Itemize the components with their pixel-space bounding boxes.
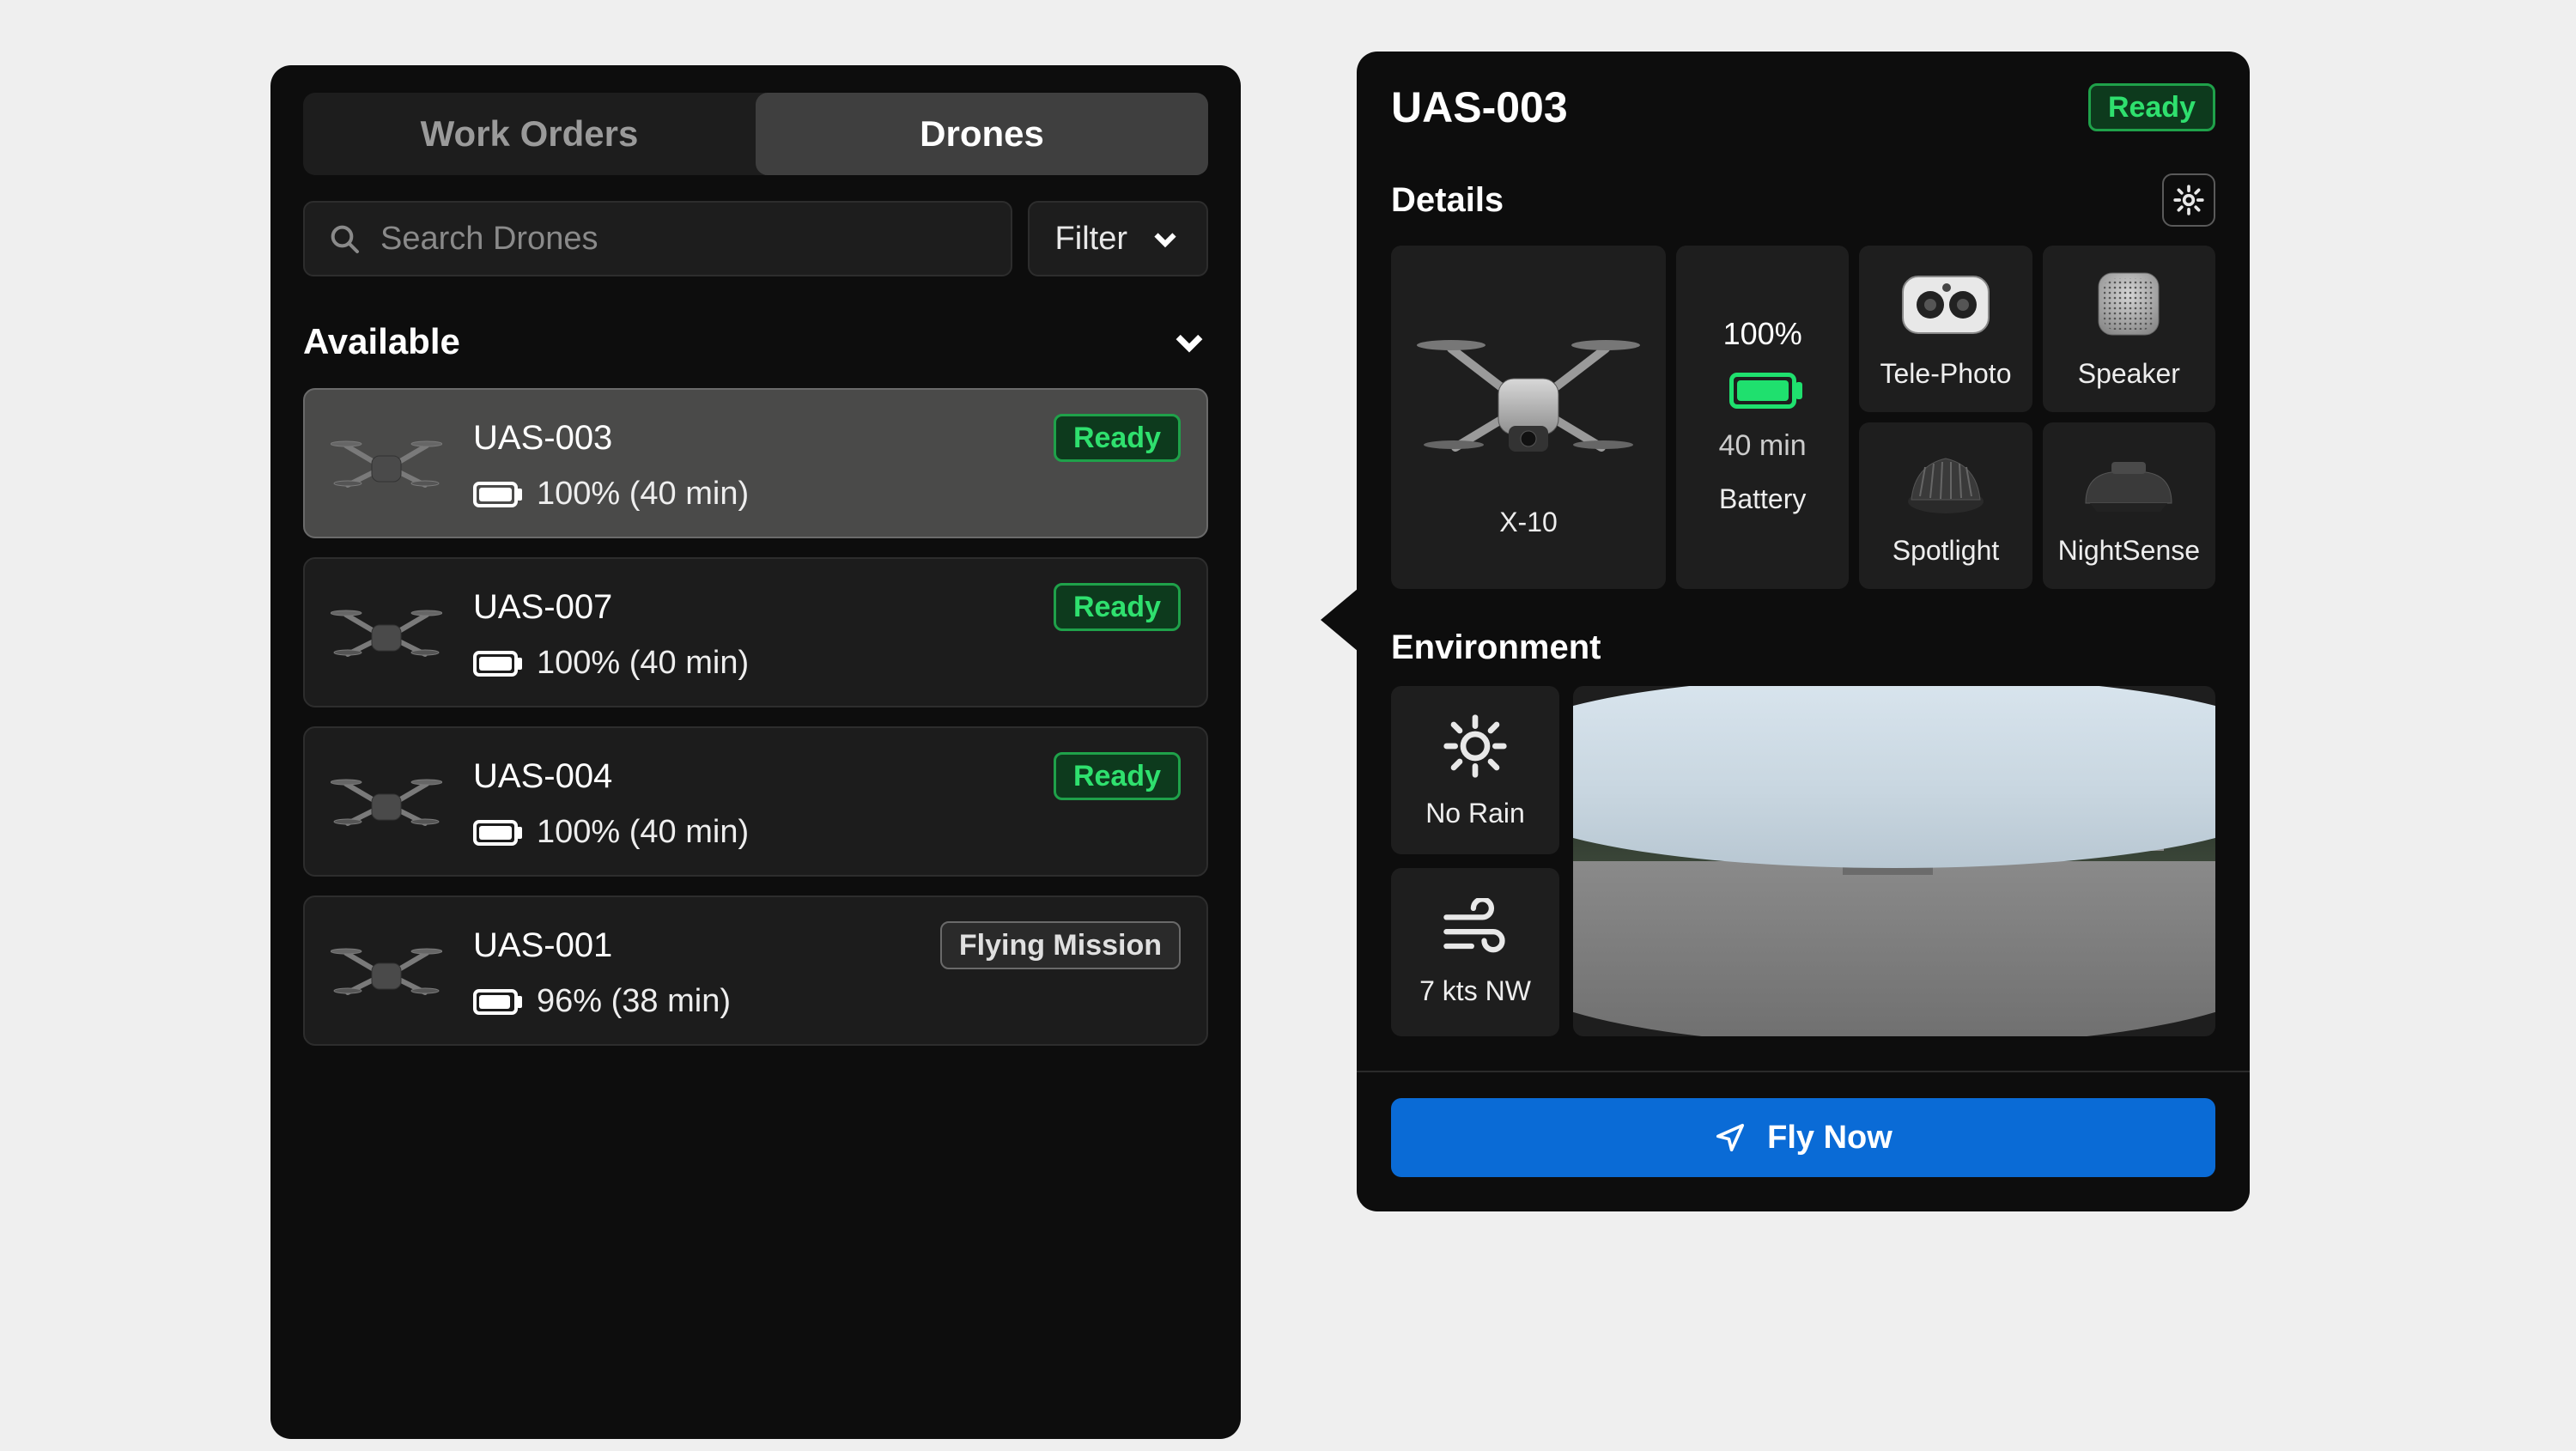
nightsense-label: NightSense [2058, 535, 2200, 567]
battery-text: 100% (40 min) [537, 814, 749, 851]
chevron-down-icon [1150, 223, 1181, 254]
fly-now-label: Fly Now [1767, 1120, 1893, 1157]
detail-status-badge: Ready [2088, 83, 2215, 131]
details-section-title: Details [1391, 181, 1504, 220]
drone-thumb [331, 932, 442, 1010]
env-rain-tile: No Rain [1391, 686, 1559, 854]
camera-preview [1573, 686, 2215, 1036]
drone-name: UAS-004 [473, 757, 612, 796]
drone-icon [331, 594, 442, 671]
status-badge: Ready [1054, 583, 1181, 631]
spotlight-label: Spotlight [1893, 535, 2000, 567]
speaker-label: Speaker [2078, 358, 2180, 390]
module-nightsense: NightSense [2043, 422, 2215, 589]
drone-image-icon [1404, 297, 1653, 495]
nightsense-icon [2073, 441, 2184, 523]
battery-icon [1729, 373, 1796, 409]
filter-button[interactable]: Filter [1028, 201, 1208, 276]
drone-list-panel: Work Orders Drones Filter [270, 65, 1241, 1439]
spotlight-icon [1894, 441, 1997, 523]
fly-now-button[interactable]: Fly Now [1391, 1098, 2215, 1177]
detail-drone-image: X-10 [1391, 246, 1666, 589]
telephoto-icon [1894, 264, 1997, 346]
speaker-icon [2081, 264, 2176, 346]
status-badge: Flying Mission [940, 921, 1181, 969]
drone-name: UAS-007 [473, 588, 612, 627]
module-battery: 100% 40 min Battery [1676, 246, 1849, 589]
battery-icon [473, 989, 518, 1015]
available-section-header[interactable]: Available [303, 321, 1208, 362]
search-box[interactable] [303, 201, 1012, 276]
env-wind-label: 7 kts NW [1419, 975, 1531, 1007]
drone-icon [331, 932, 442, 1010]
detail-title: UAS-003 [1391, 82, 1568, 132]
search-icon [327, 222, 361, 256]
drone-thumb [331, 763, 442, 841]
settings-button[interactable] [2162, 173, 2215, 227]
battery-icon [473, 820, 518, 846]
drone-card[interactable]: UAS-004 Ready 100% (40 min) [303, 726, 1208, 877]
battery-icon [473, 651, 518, 677]
search-input[interactable] [380, 221, 988, 258]
tab-drones[interactable]: Drones [756, 93, 1208, 175]
drone-list: UAS-003 Ready 100% (40 min) [303, 388, 1208, 1046]
gear-icon [2172, 183, 2206, 217]
environment-section-title: Environment [1391, 628, 1601, 667]
available-title: Available [303, 321, 460, 362]
module-telephoto: Tele-Photo [1859, 246, 2032, 412]
battery-time: 40 min [1719, 429, 1807, 463]
divider [1357, 1071, 2250, 1072]
status-badge: Ready [1054, 752, 1181, 800]
drone-thumb [331, 594, 442, 671]
battery-icon [473, 482, 518, 507]
chevron-down-icon [1170, 323, 1208, 361]
drone-name: UAS-001 [473, 926, 612, 965]
battery-percent: 100% [1723, 316, 1802, 352]
env-wind-tile: 7 kts NW [1391, 868, 1559, 1036]
drone-detail-panel: UAS-003 Ready Details [1357, 52, 2250, 1211]
drone-card[interactable]: UAS-001 Flying Mission 96% (38 min) [303, 895, 1208, 1046]
battery-text: 100% (40 min) [537, 645, 749, 682]
navigate-icon [1714, 1121, 1747, 1154]
drone-card[interactable]: UAS-007 Ready 100% (40 min) [303, 557, 1208, 707]
environment-row: No Rain 7 kts NW [1391, 686, 2215, 1036]
env-rain-label: No Rain [1425, 798, 1525, 829]
battery-text: 100% (40 min) [537, 476, 749, 513]
tabs: Work Orders Drones [303, 93, 1208, 175]
drone-icon [331, 425, 442, 502]
detail-model-label: X-10 [1499, 507, 1558, 538]
battery-text: 96% (38 min) [537, 983, 731, 1020]
drone-thumb [331, 425, 442, 502]
wind-icon [1439, 898, 1511, 958]
telephoto-label: Tele-Photo [1880, 358, 2012, 390]
filter-label: Filter [1055, 221, 1127, 258]
sun-icon [1441, 712, 1510, 780]
drone-icon [331, 763, 442, 841]
battery-label: Battery [1719, 483, 1806, 515]
module-speaker: Speaker [2043, 246, 2215, 412]
status-badge: Ready [1054, 414, 1181, 462]
module-spotlight: Spotlight [1859, 422, 2032, 589]
tab-work-orders[interactable]: Work Orders [303, 93, 756, 175]
drone-card[interactable]: UAS-003 Ready 100% (40 min) [303, 388, 1208, 538]
app-canvas: Work Orders Drones Filter [0, 0, 2576, 1451]
drone-name: UAS-003 [473, 419, 612, 458]
details-grid: X-10 Tele-Photo [1391, 246, 2215, 589]
